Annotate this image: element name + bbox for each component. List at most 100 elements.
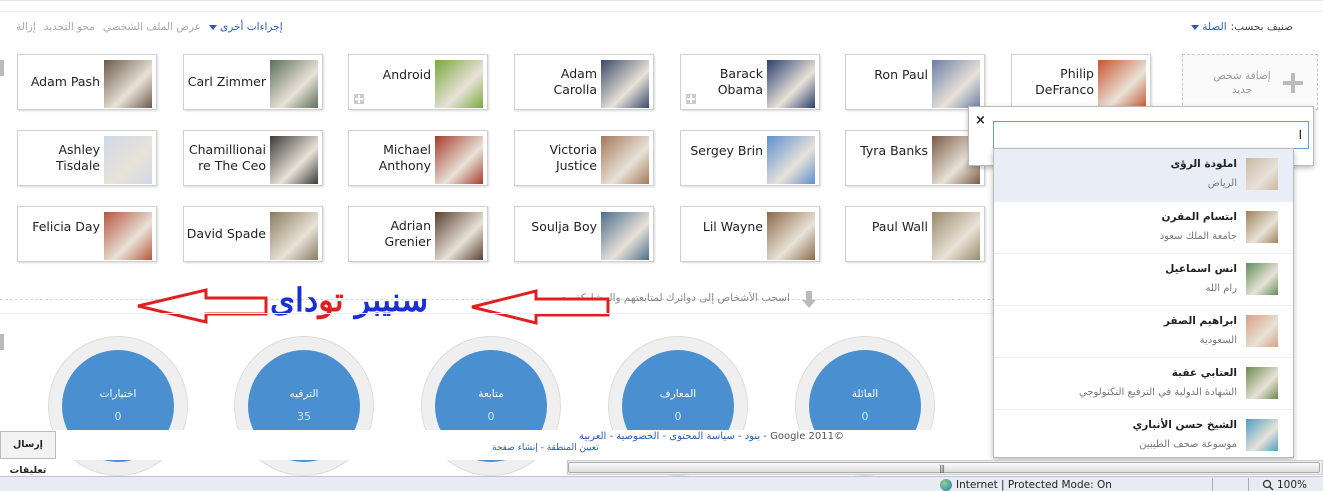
person-card[interactable]: Ron Paul (845, 54, 985, 110)
person-card[interactable]: Michael Anthony (348, 130, 488, 186)
page: إجراءات أخرى عرض الملف الشخصي محو التحدي… (0, 0, 1323, 491)
person-photo (767, 60, 815, 108)
avatar (1246, 263, 1278, 295)
security-zone-text: Internet | Protected Mode: On (956, 478, 1112, 491)
person-name: Carl Zimmer (187, 74, 266, 89)
footer-link-content-policy[interactable]: سياسة المحتوى (669, 431, 734, 442)
person-name: Sergey Brin (690, 143, 763, 158)
person-card[interactable]: Carl Zimmer (183, 54, 323, 110)
person-photo (270, 212, 318, 260)
avatar (1246, 158, 1278, 190)
suggestion-name: الشيخ حسن الأنباري (1132, 419, 1237, 431)
avatar (1246, 419, 1278, 451)
footer-links-line-2: تعيين المنطقة - إنشاء صفحة (492, 443, 599, 453)
person-name: Ashley Tisdale (56, 142, 100, 173)
suggestion-item[interactable]: املودة الرؤى الرياض (994, 149, 1293, 202)
footer: ©2011 Google - بنود - سياسة المحتوى - ال… (0, 430, 1000, 460)
status-separator (1212, 478, 1213, 491)
footer-link-create-page[interactable]: إنشاء صفحة (492, 443, 538, 453)
circle-count: 0 (114, 410, 122, 423)
actions-bar: إجراءات أخرى عرض الملف الشخصي محو التحدي… (16, 21, 283, 33)
footer-link-privacy[interactable]: الخصوصية (616, 431, 659, 442)
circle-count: 0 (674, 410, 682, 423)
person-card[interactable]: Victoria Justice (514, 130, 654, 186)
person-photo (767, 136, 815, 184)
left-scroll-marker (0, 334, 4, 350)
clear-selection-action[interactable]: محو التحديد (44, 21, 95, 33)
add-to-circle-icon[interactable] (354, 94, 364, 104)
person-name: Adrian Grenier (384, 218, 431, 249)
person-photo (104, 60, 152, 108)
circle-label: المعارف (659, 388, 697, 400)
circle-count: 0 (487, 410, 495, 423)
circle-label: العائلة (851, 388, 879, 400)
more-actions-label: إجراءات أخرى (220, 21, 283, 33)
suggestion-item[interactable]: العتابي عقبة الشهادة الدولية في الترفيع … (994, 358, 1293, 410)
arrow-down-icon (802, 291, 816, 308)
zoom-level: 100% (1277, 478, 1308, 491)
person-name: Tyra Banks (860, 143, 928, 158)
suggestion-item[interactable]: ابراهيم الصقر السعودية (994, 306, 1293, 358)
person-photo (270, 60, 318, 108)
footer-link-terms[interactable]: بنود (745, 431, 760, 442)
left-arrow-icon (137, 288, 268, 324)
suggestion-detail: السعودية (1199, 335, 1237, 346)
avatar (1246, 315, 1278, 347)
sort-value: الصلة (1202, 21, 1227, 33)
person-photo (601, 136, 649, 184)
person-name: Philip DeFranco (1035, 66, 1094, 97)
magnifier-icon (1262, 479, 1274, 491)
suggestion-item[interactable]: ابتسام المقرن جامعة الملك سعود (994, 202, 1293, 254)
horizontal-scrollbar[interactable]: ||| (567, 460, 1323, 475)
person-photo (270, 136, 318, 184)
suggestion-detail: الشهادة الدولية في الترفيع التكنولوجي (1078, 387, 1237, 398)
person-card[interactable]: Ashley Tisdale (17, 130, 157, 186)
sort-control: صنيف بحسب: الصلة (1190, 21, 1293, 33)
person-photo (435, 212, 483, 260)
person-card[interactable]: Adrian Grenier (348, 206, 488, 262)
view-profile-action[interactable]: عرض الملف الشخصي (103, 21, 201, 33)
close-icon[interactable]: × (975, 113, 986, 128)
person-card[interactable]: Chamillionaire The Ceo (183, 130, 323, 186)
zoom-control[interactable]: 100% (1262, 477, 1307, 491)
person-card[interactable]: Soulja Boy (514, 206, 654, 262)
footer-link-set-region[interactable]: تعيين المنطقة (547, 443, 599, 453)
suggestion-detail: موسوعة صحف الطيبين (1139, 439, 1237, 450)
person-card[interactable]: Tyra Banks (845, 130, 985, 186)
plus-icon (1283, 73, 1303, 93)
person-photo (104, 136, 152, 184)
sort-dropdown[interactable]: الصلة (1190, 21, 1227, 33)
footer-links-line: ©2011 Google - بنود - سياسة المحتوى - ال… (578, 431, 844, 442)
more-actions-button[interactable]: إجراءات أخرى (209, 21, 283, 33)
person-card[interactable]: Adam Pash (17, 54, 157, 110)
person-card[interactable]: Philip DeFranco (1011, 54, 1151, 110)
add-to-circle-icon[interactable] (686, 94, 696, 104)
overlay-watermark-text: سنيبر توداى (270, 280, 428, 320)
person-card[interactable]: Android (348, 54, 488, 110)
person-card[interactable]: Adam Carolla (514, 54, 654, 110)
footer-link-language[interactable]: العربية (579, 431, 606, 442)
suggestion-name: املودة الرؤى (1170, 158, 1237, 170)
person-card[interactable]: Paul Wall (845, 206, 985, 262)
person-card[interactable]: Barack Obama (680, 54, 820, 110)
suggestion-list: املودة الرؤى الرياض ابتسام المقرن جامعة … (993, 148, 1294, 458)
person-photo (435, 60, 483, 108)
person-name: David Spade (186, 226, 266, 241)
circle-label: متابعة (478, 388, 504, 400)
search-input[interactable] (993, 121, 1309, 149)
add-person-card[interactable]: إضافة شخص جديد (1182, 54, 1318, 110)
person-name: Michael Anthony (378, 142, 431, 173)
suggestion-item[interactable]: الشيخ حسن الأنباري موسوعة صحف الطيبين (994, 410, 1293, 457)
person-photo (932, 212, 980, 260)
remove-action[interactable]: إزالة (16, 21, 36, 33)
person-card[interactable]: Felicia Day (17, 206, 157, 262)
suggestion-name: ابراهيم الصقر (1163, 315, 1237, 327)
person-name: Chamillionaire The Ceo (188, 142, 266, 173)
send-feedback-button[interactable]: إرسال تعليقات (0, 431, 56, 476)
person-card[interactable]: Lil Wayne (680, 206, 820, 262)
scrollbar-thumb[interactable]: ||| (568, 462, 1320, 473)
person-name: Adam Pash (30, 74, 100, 89)
person-card[interactable]: Sergey Brin (680, 130, 820, 186)
person-card[interactable]: David Spade (183, 206, 323, 262)
suggestion-item[interactable]: انس اسماعيل رام الله (994, 254, 1293, 306)
